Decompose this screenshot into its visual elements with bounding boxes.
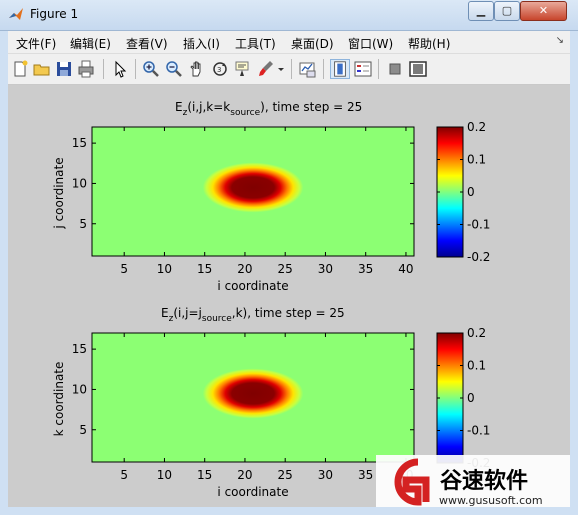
plot-1-title: Ez(i,j,k=ksource), time step = 25 xyxy=(175,100,362,118)
print-icon[interactable] xyxy=(76,59,96,79)
axes-2-xtick-label: 30 xyxy=(318,468,333,482)
toolbar-separator xyxy=(135,59,136,79)
colorbar-2-tick-label: 0.1 xyxy=(467,359,486,373)
link-plot-icon[interactable] xyxy=(298,59,318,79)
pan-hand-icon[interactable] xyxy=(187,59,207,79)
menu-insert[interactable]: 插入(I) xyxy=(183,35,220,52)
hide-plot-tools-icon[interactable] xyxy=(385,59,405,79)
brush-icon[interactable] xyxy=(256,59,276,79)
axes-1-xtick-label: 5 xyxy=(120,262,128,276)
toolbar-separator xyxy=(103,59,104,79)
colorbar-1-tick-label: -0.1 xyxy=(467,218,490,232)
axes-1-ylabel: j coordinate xyxy=(52,157,66,229)
matlab-logo-icon xyxy=(9,8,23,20)
save-icon[interactable] xyxy=(54,59,74,79)
colorbar-icon[interactable] xyxy=(330,59,350,79)
axes-1-xtick-label: 30 xyxy=(318,262,333,276)
axes-1-xlabel: i coordinate xyxy=(217,279,288,293)
rotate-3d-icon[interactable]: 3 xyxy=(210,59,230,79)
axes-1-xtick-label: 10 xyxy=(157,262,172,276)
plot-2-title: Ez(i,j=jsource,k), time step = 25 xyxy=(161,306,345,324)
axes-2-xlabel: i coordinate xyxy=(217,485,288,499)
axes-2-xtick-label: 35 xyxy=(358,468,373,482)
svg-text:3: 3 xyxy=(217,66,221,74)
figure-plots: Ez(i,j,k=ksource), time step = 25 5 10 15 2… xyxy=(52,100,570,507)
axes-1-xtick-label: 15 xyxy=(197,262,212,276)
colorbar-2-tick-label: 0 xyxy=(467,391,475,405)
colorbar-2-tick-label: -0.1 xyxy=(467,424,490,438)
brush-dropdown-icon[interactable] xyxy=(276,59,286,79)
show-plot-tools-icon[interactable] xyxy=(408,59,428,79)
axes-1-xtick-label: 20 xyxy=(237,262,252,276)
new-figure-icon[interactable] xyxy=(10,59,30,79)
colorbar-1-tick-label: 0 xyxy=(467,185,475,199)
zoom-out-icon[interactable] xyxy=(164,59,184,79)
axes-2-ytick-label: 10 xyxy=(72,382,87,396)
toolbar-separator xyxy=(323,59,324,79)
close-button[interactable]: ✕ xyxy=(520,1,567,21)
title-bar[interactable]: Figure 1 ▁ ▢ ✕ xyxy=(0,0,578,31)
axes-1-ytick-label: 15 xyxy=(72,136,87,150)
axes-2-xtick-label: 20 xyxy=(237,468,252,482)
figure-canvas: Ez(i,j,k=ksource), time step = 25 5 10 15 2… xyxy=(8,85,570,507)
watermark-url: www.gususoft.com xyxy=(439,494,543,507)
pulse-2-peak xyxy=(202,368,304,419)
menu-window[interactable]: 窗口(W) xyxy=(348,35,393,52)
menu-file[interactable]: 文件(F) xyxy=(16,35,56,52)
colorbar-2-tick-label: 0.2 xyxy=(467,326,486,340)
data-cursor-icon[interactable] xyxy=(233,59,253,79)
pulse-1-peak xyxy=(202,162,304,213)
menu-help[interactable]: 帮助(H) xyxy=(408,35,450,52)
axes-2-xtick-label: 15 xyxy=(197,468,212,482)
legend-icon[interactable] xyxy=(353,59,373,79)
zoom-in-icon[interactable] xyxy=(141,59,161,79)
menu-bar: 文件(F) 编辑(E) 查看(V) 插入(I) 工具(T) 桌面(D) 窗口(W… xyxy=(8,31,570,54)
watermark-brand: 谷速软件 xyxy=(440,468,528,494)
dock-arrow-icon[interactable]: ↘ xyxy=(556,35,564,46)
figure-toolbar: 3 xyxy=(8,54,570,85)
menu-view[interactable]: 查看(V) xyxy=(126,35,168,52)
colorbar-1[interactable] xyxy=(436,126,464,258)
minimize-button[interactable]: ▁ xyxy=(468,1,494,21)
axes-1-ytick-label: 5 xyxy=(79,217,87,231)
pointer-icon[interactable] xyxy=(110,59,130,79)
axes-2-xtick-label: 10 xyxy=(157,468,172,482)
pulse-2-blob xyxy=(202,368,304,419)
colorbar-1-tick-label: -0.2 xyxy=(467,250,490,264)
axes-1-xtick-label: 25 xyxy=(278,262,293,276)
watermark: 谷速软件 www.gususoft.com xyxy=(376,455,570,507)
axes-1-ytick-label: 10 xyxy=(72,176,87,190)
toolbar-separator xyxy=(291,59,292,79)
plot-1: Ez(i,j,k=ksource), time step = 25 5 10 15 2… xyxy=(52,100,490,293)
colorbar-2[interactable] xyxy=(436,332,464,464)
axes-1-xtick-label: 40 xyxy=(398,262,413,276)
axes-1-xtick-label: 35 xyxy=(358,262,373,276)
axes-2-xtick-label: 5 xyxy=(120,468,128,482)
colorbar-1-tick-label: 0.2 xyxy=(467,120,486,134)
open-file-icon[interactable] xyxy=(32,59,52,79)
menu-tools[interactable]: 工具(T) xyxy=(235,35,276,52)
axes-2-ytick-label: 5 xyxy=(79,423,87,437)
menu-edit[interactable]: 编辑(E) xyxy=(70,35,111,52)
axes-2-ytick-label: 15 xyxy=(72,342,87,356)
figure-window: Figure 1 ▁ ▢ ✕ 文件(F) 编辑(E) 查看(V) 插入(I) 工… xyxy=(0,0,578,515)
axes-2-ylabel: k coordinate xyxy=(52,362,66,437)
toolbar-separator xyxy=(378,59,379,79)
maximize-button[interactable]: ▢ xyxy=(494,1,520,21)
pulse-1-blob xyxy=(202,162,304,213)
menu-desktop[interactable]: 桌面(D) xyxy=(291,35,334,52)
axes-2-xtick-label: 25 xyxy=(278,468,293,482)
window-title: Figure 1 xyxy=(30,7,79,21)
colorbar-1-tick-label: 0.1 xyxy=(467,153,486,167)
